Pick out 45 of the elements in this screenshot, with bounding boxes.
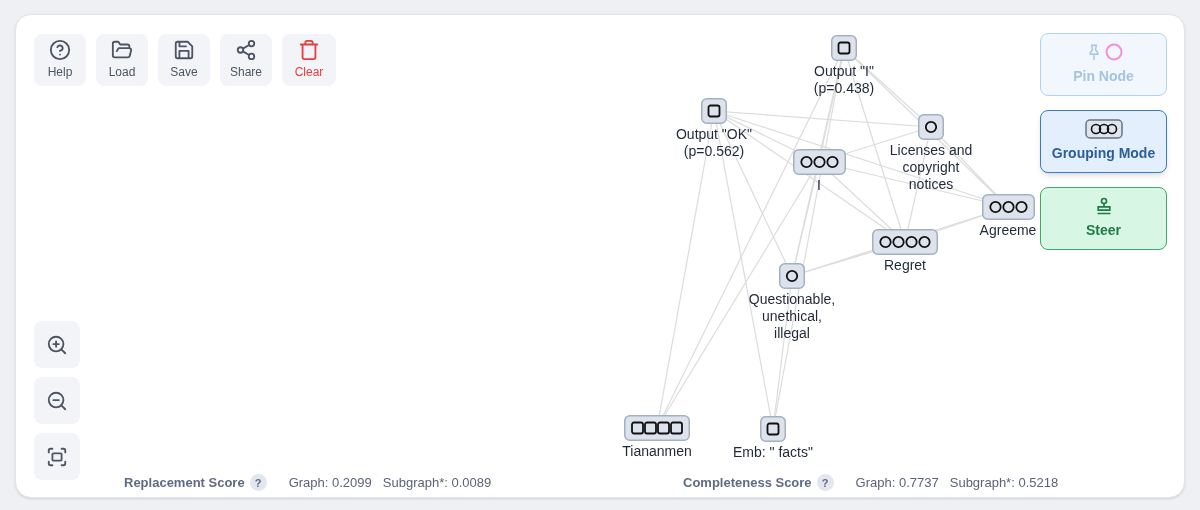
grouping-mode-button[interactable]: Grouping Mode [1040,110,1167,173]
graph-node[interactable] [872,229,938,255]
node-label: I [817,177,821,194]
graph-node[interactable] [918,114,944,140]
clear-button[interactable]: Clear [282,34,336,86]
graph-node[interactable] [760,416,786,442]
zoom-out-button[interactable] [34,377,80,424]
graph-node[interactable] [981,194,1035,220]
graph-node[interactable] [701,98,727,124]
load-button[interactable]: Load [96,34,148,86]
zoom-out-icon [46,389,68,412]
node-label: Output "OK" (p=0.562) [675,126,753,160]
trash-icon [298,39,320,61]
help-button[interactable]: Help [34,34,86,86]
help-icon [49,39,71,61]
zoom-in-icon [46,333,68,356]
help-badge[interactable]: ? [816,474,834,492]
graph-node[interactable] [831,35,857,61]
node-label: Licenses and copyright notices [889,142,973,193]
fit-view-icon [46,445,68,468]
fit-view-button[interactable] [34,433,80,480]
node-label: Tiananmen [622,443,692,460]
graph-node[interactable] [792,149,846,175]
share-button[interactable]: Share [220,34,272,86]
node-label: Regret [884,257,926,274]
node-label: Questionable, unethical, illegal [748,291,836,342]
node-label: Agreeme [979,222,1037,239]
save-button[interactable]: Save [158,34,210,86]
share-icon [235,39,257,61]
subgraph-score: Subgraph*: 0.5218 [949,474,1059,492]
circle-icon [1104,43,1123,61]
score-title: Replacement Score [124,474,245,492]
node-label: Emb: " facts" [733,444,813,461]
zoom-in-button[interactable] [34,321,80,368]
subgraph-score: Subgraph*: 0.0089 [382,474,492,492]
score-title: Completeness Score [683,474,812,492]
grouped-circles-icon [1084,119,1123,139]
graph-node[interactable] [779,263,805,289]
node-label: Output "I" (p=0.438) [813,63,875,97]
graph-score: Graph: 0.7737 [855,474,939,492]
folder-icon [111,39,133,61]
steer-button[interactable]: Steer [1040,187,1167,250]
help-badge[interactable]: ? [249,474,267,492]
graph-score: Graph: 0.2099 [288,474,372,492]
graph-node[interactable] [624,415,690,441]
